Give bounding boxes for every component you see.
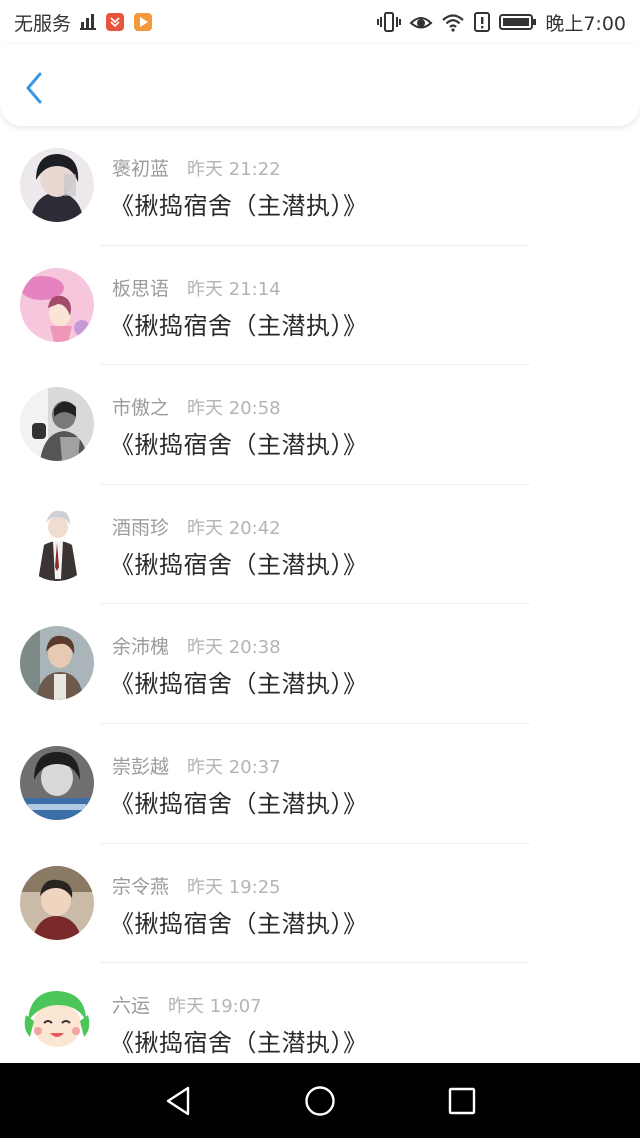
top-bar xyxy=(0,44,640,126)
user-name: 褒初蓝 xyxy=(112,158,170,180)
signal-icon xyxy=(79,13,97,31)
item-meta: 崇彭越 昨天 20:37 xyxy=(112,752,281,779)
timestamp: 昨天 21:22 xyxy=(187,159,281,180)
list-item[interactable]: 板思语 昨天 21:14 《揪捣宿舍（主潜执）》 xyxy=(0,246,640,366)
item-title: 《揪捣宿舍（主潜执）》 xyxy=(110,789,368,818)
status-bar-left: 无服务 xyxy=(14,8,153,36)
list-item[interactable]: 宗令燕 昨天 19:25 《揪捣宿舍（主潜执）》 xyxy=(0,844,640,964)
avatar[interactable] xyxy=(20,865,94,940)
list-item[interactable]: 褒初蓝 昨天 21:22 《揪捣宿舍（主潜执）》 xyxy=(0,126,640,246)
system-nav-bar xyxy=(0,1063,640,1138)
nav-back-button[interactable] xyxy=(158,1081,198,1121)
item-meta: 板思语 昨天 21:14 xyxy=(112,274,281,301)
user-name: 市傲之 xyxy=(112,397,170,420)
user-name: 余沛槐 xyxy=(112,636,170,659)
user-name: 宗令燕 xyxy=(112,875,170,898)
avatar[interactable] xyxy=(20,506,94,581)
back-button[interactable] xyxy=(14,68,54,108)
item-title: 《揪捣宿舍（主潜执）》 xyxy=(110,431,368,460)
clock: 晚上7:00 xyxy=(545,12,626,35)
item-meta: 酒雨珍 昨天 20:42 xyxy=(112,513,281,540)
chevron-left-icon xyxy=(26,72,42,104)
back-triangle-icon xyxy=(166,1086,190,1116)
recents-square-icon xyxy=(448,1087,476,1115)
eye-comfort-icon xyxy=(409,12,433,32)
item-meta: 褒初蓝 昨天 21:22 xyxy=(112,154,281,181)
alert-icon xyxy=(473,11,491,33)
battery-icon xyxy=(499,12,537,32)
list-item[interactable]: 余沛槐 昨天 20:38 《揪捣宿舍（主潜执）》 xyxy=(0,604,640,724)
timestamp: 昨天 20:38 xyxy=(187,637,281,659)
item-title: 《揪捣宿舍（主潜执）》 xyxy=(110,1029,368,1058)
item-title: 《揪捣宿舍（主潜执）》 xyxy=(110,311,368,340)
item-meta: 余沛槐 昨天 20:38 xyxy=(112,632,281,659)
timestamp: 昨天 20:37 xyxy=(187,756,281,778)
timestamp: 昨天 19:25 xyxy=(187,876,281,898)
nav-recents-button[interactable] xyxy=(442,1081,482,1121)
avatar[interactable] xyxy=(20,626,94,701)
list-item[interactable]: 六运 昨天 19:07 《揪捣宿舍（主潜执）》 xyxy=(0,963,640,1063)
item-title: 《揪捣宿舍（主潜执）》 xyxy=(110,909,368,938)
timestamp: 昨天 19:07 xyxy=(168,996,262,1018)
carrier-label: 无服务 xyxy=(14,12,72,35)
avatar[interactable] xyxy=(20,745,94,820)
item-meta: 宗令燕 昨天 19:25 xyxy=(112,872,281,899)
message-list: 褒初蓝 昨天 21:22 《揪捣宿舍（主潜执）》 板思语 昨天 21:14 《揪… xyxy=(0,126,640,1063)
item-meta: 六运 昨天 19:07 xyxy=(112,991,262,1018)
app-notification-icon xyxy=(105,12,125,32)
avatar[interactable] xyxy=(20,267,94,342)
nav-home-button[interactable] xyxy=(300,1081,340,1121)
timestamp: 昨天 21:14 xyxy=(187,278,281,300)
avatar[interactable] xyxy=(20,985,94,1060)
timestamp: 昨天 20:58 xyxy=(187,398,281,420)
timestamp: 昨天 20:42 xyxy=(187,517,281,539)
list-item[interactable]: 酒雨珍 昨天 20:42 《揪捣宿舍（主潜执）》 xyxy=(0,485,640,605)
wifi-icon xyxy=(441,12,465,32)
list-item[interactable]: 崇彭越 昨天 20:37 《揪捣宿舍（主潜执）》 xyxy=(0,724,640,844)
user-name: 六运 xyxy=(112,995,151,1018)
avatar[interactable] xyxy=(20,387,94,462)
list-item[interactable]: 市傲之 昨天 20:58 《揪捣宿舍（主潜执）》 xyxy=(0,365,640,485)
home-circle-icon xyxy=(305,1086,335,1116)
avatar[interactable] xyxy=(20,148,94,222)
vibrate-icon xyxy=(377,11,402,33)
item-title: 《揪捣宿舍（主潜执）》 xyxy=(110,550,368,579)
item-meta: 市傲之 昨天 20:58 xyxy=(112,393,281,420)
item-title: 《揪捣宿舍（主潜执）》 xyxy=(110,670,368,699)
user-name: 酒雨珍 xyxy=(112,516,170,539)
status-bar-right: 晚上7:00 xyxy=(377,8,626,36)
item-title: 《揪捣宿舍（主潜执）》 xyxy=(110,192,368,220)
user-name: 崇彭越 xyxy=(112,755,170,778)
video-app-icon xyxy=(133,12,153,32)
status-bar: 无服务 晚上7:00 xyxy=(0,0,640,44)
user-name: 板思语 xyxy=(112,277,170,300)
